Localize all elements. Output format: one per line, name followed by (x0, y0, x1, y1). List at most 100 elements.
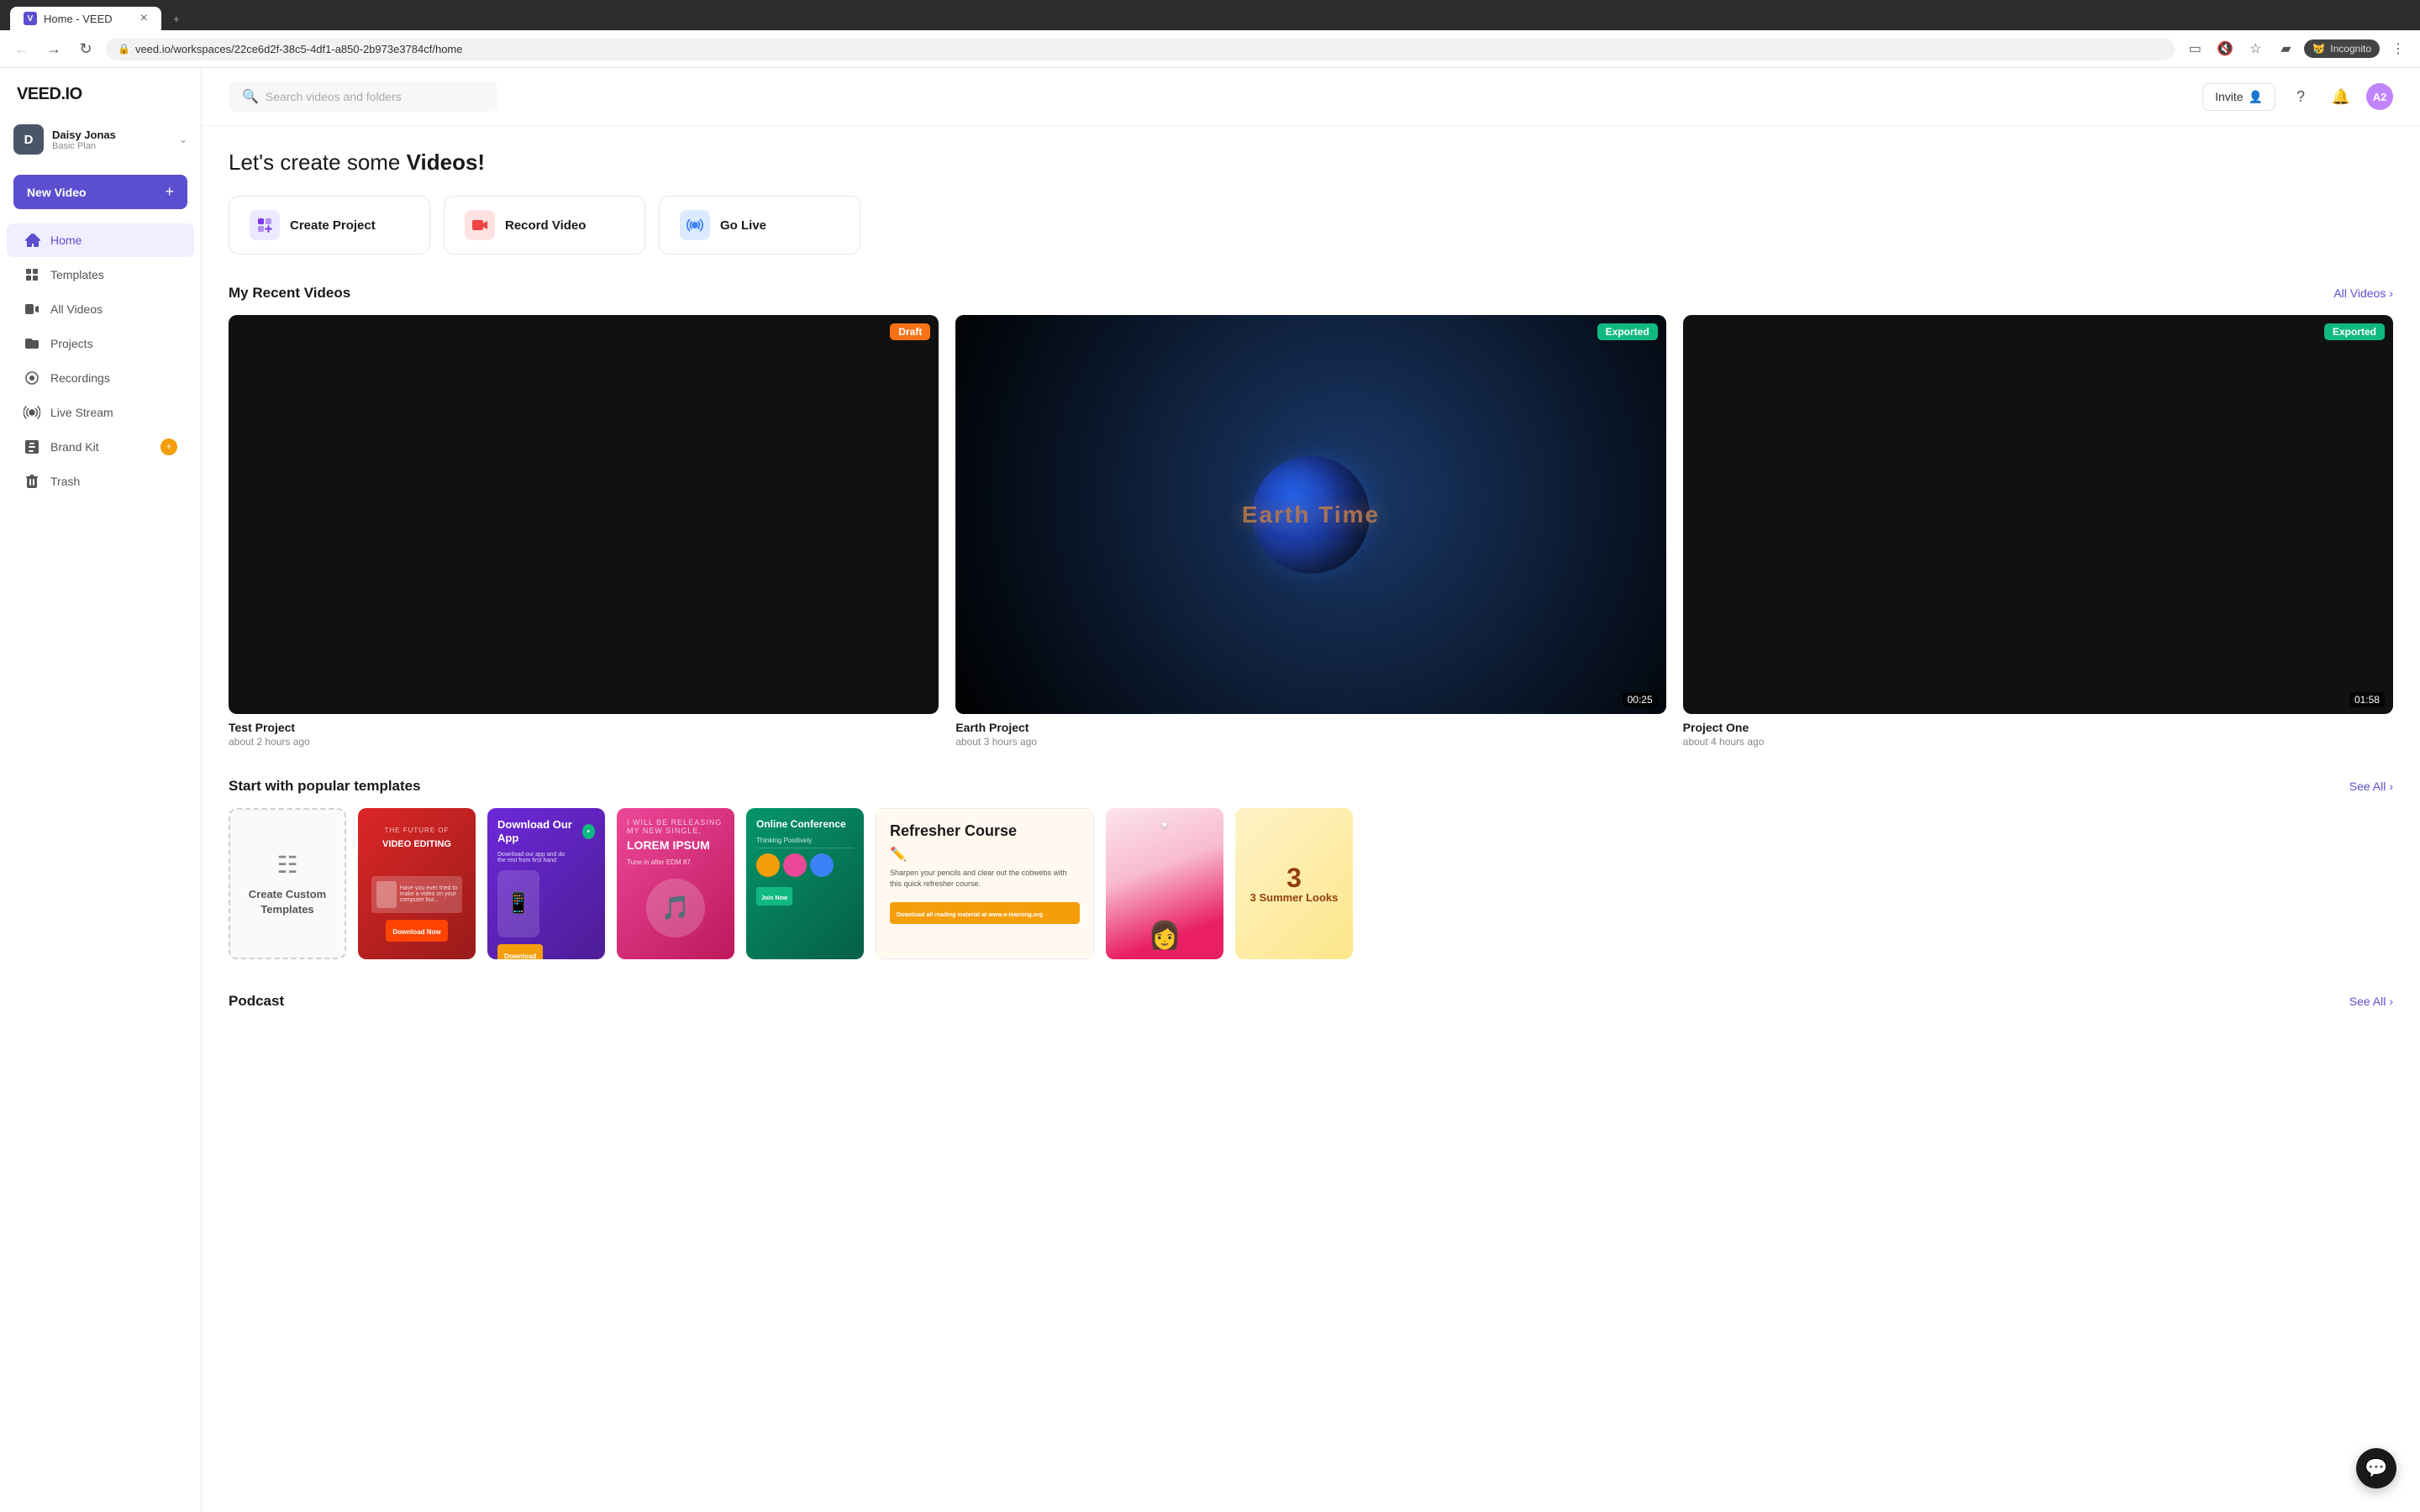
sidebar: VEED.IO D Daisy Jonas Basic Plan ⌄ New V… (0, 68, 202, 1512)
template-pink[interactable]: I will be releasing my new single, LOREM… (617, 808, 734, 959)
template-create-custom[interactable]: ☷ Create Custom Templates (229, 808, 346, 959)
search-bar[interactable]: 🔍 (229, 81, 497, 112)
video-duration-earth: 00:25 (1623, 692, 1658, 707)
podcast-header: Podcast See All › (229, 993, 2393, 1010)
templates-scroll[interactable]: ☷ Create Custom Templates THE FUTURE OF … (229, 808, 2393, 966)
template-summer[interactable]: 3 3 Summer Looks (1235, 808, 1353, 959)
extensions-button[interactable]: ▰ (2274, 37, 2297, 60)
avatar: D (13, 124, 44, 155)
main-header: 🔍 Invite 👤 ? 🔔 A2 (202, 68, 2420, 126)
create-custom-label: Create Custom Templates (230, 887, 345, 917)
video-card-project-one[interactable]: Exported 01:58 Project One about 4 hours… (1683, 315, 2393, 748)
cast-button[interactable]: ▭ (2183, 37, 2207, 60)
sidebar-item-brand-kit[interactable]: Brand Kit + (7, 430, 194, 464)
sidebar-nav: Home Templates All Videos (0, 223, 201, 1499)
podcast-see-all-link[interactable]: See All › (2349, 995, 2393, 1008)
help-button[interactable]: ? (2286, 81, 2316, 112)
mute-button[interactable]: 🔇 (2213, 37, 2237, 60)
user-info: Daisy Jonas Basic Plan (52, 129, 171, 151)
main-content: 🔍 Invite 👤 ? 🔔 A2 Let's create some Vide… (202, 68, 2420, 1512)
template-white-thumb: Refresher Course ✏️ Sharpen your pencils… (876, 808, 1094, 959)
template-woman-thumb: ★ 👩 (1106, 808, 1223, 959)
sidebar-logo: VEED.IO (0, 81, 201, 118)
video-info-earth-project: Earth Project about 3 hours ago (955, 721, 1665, 748)
templates-see-all-link[interactable]: See All › (2349, 780, 2393, 793)
brand-kit-badge: + (160, 438, 177, 455)
new-video-label: New Video (27, 186, 87, 199)
sidebar-item-live-stream[interactable]: Live Stream (7, 396, 194, 429)
template-green[interactable]: Online Conference Thinking Positively Jo… (746, 808, 864, 959)
video-thumb-project-one: Exported 01:58 (1683, 315, 2393, 714)
search-icon: 🔍 (242, 88, 259, 105)
create-project-card[interactable]: Create Project (229, 196, 430, 255)
all-videos-icon (24, 301, 40, 318)
chat-bubble[interactable]: 💬 (2356, 1448, 2396, 1488)
bookmark-button[interactable]: ☆ (2244, 37, 2267, 60)
sidebar-item-trash-label: Trash (50, 475, 80, 488)
video-card-earth-project[interactable]: Earth Time Exported 00:25 Earth Project … (955, 315, 1665, 748)
invite-icon: 👤 (2249, 90, 2263, 104)
sidebar-item-home[interactable]: Home (7, 223, 194, 257)
chevron-right-templates-icon: › (2389, 780, 2393, 793)
back-button[interactable]: ← (10, 37, 34, 60)
go-live-icon (680, 210, 710, 240)
template-red-thumb: THE FUTURE OF VIDEO EDITING Have you eve… (358, 808, 476, 959)
sidebar-item-all-videos-label: All Videos (50, 302, 103, 316)
app-container: VEED.IO D Daisy Jonas Basic Plan ⌄ New V… (0, 68, 2420, 1512)
video-grid: Draft Test Project about 2 hours ago Ear… (229, 315, 2393, 748)
go-live-card[interactable]: Go Live (659, 196, 860, 255)
tpl-summer-title: 3 Summer Looks (1250, 891, 1339, 905)
address-bar[interactable]: 🔒 veed.io/workspaces/22ce6d2f-38c5-4df1-… (106, 38, 2175, 60)
go-live-label: Go Live (720, 218, 766, 233)
recent-videos-header: My Recent Videos All Videos › (229, 285, 2393, 302)
template-red[interactable]: THE FUTURE OF VIDEO EDITING Have you eve… (358, 808, 476, 959)
record-video-icon (465, 210, 495, 240)
url-text: veed.io/workspaces/22ce6d2f-38c5-4df1-a8… (135, 43, 463, 55)
video-card-test-project[interactable]: Draft Test Project about 2 hours ago (229, 315, 939, 748)
new-tab-button[interactable]: + (165, 8, 188, 30)
sidebar-item-templates[interactable]: Templates (7, 258, 194, 291)
sidebar-item-trash[interactable]: Trash (7, 465, 194, 498)
recent-videos-title: My Recent Videos (229, 285, 350, 302)
browser-chrome: V Home - VEED × + (0, 0, 2420, 30)
record-video-card[interactable]: Record Video (444, 196, 645, 255)
all-videos-link[interactable]: All Videos › (2333, 286, 2393, 300)
browser-tab-active[interactable]: V Home - VEED × (10, 7, 161, 30)
video-thumb-test-project: Draft (229, 315, 939, 714)
close-tab-button[interactable]: × (140, 12, 148, 25)
notifications-button[interactable]: 🔔 (2326, 81, 2356, 112)
invite-button[interactable]: Invite 👤 (2202, 83, 2275, 111)
new-video-button[interactable]: New Video + (13, 175, 187, 209)
user-avatar-header[interactable]: A2 (2366, 83, 2393, 110)
reload-button[interactable]: ↻ (74, 37, 97, 60)
templates-icon (24, 266, 40, 283)
tpl-red-title: VIDEO EDITING (382, 839, 451, 850)
video-badge-exported-earth: Exported (1597, 323, 1658, 340)
chevron-down-icon: ⌄ (179, 134, 187, 145)
template-woman[interactable]: ★ 👩 (1106, 808, 1223, 959)
video-badge-draft: Draft (890, 323, 930, 340)
chevron-right-icon: › (2389, 286, 2393, 300)
search-input[interactable] (266, 90, 484, 103)
browser-toolbar: ← → ↻ 🔒 veed.io/workspaces/22ce6d2f-38c5… (0, 30, 2420, 68)
incognito-button[interactable]: 😿 Incognito (2304, 39, 2380, 58)
user-section[interactable]: D Daisy Jonas Basic Plan ⌄ (0, 118, 201, 168)
incognito-label: Incognito (2330, 43, 2371, 55)
page-title: Let's create some Videos! (229, 150, 2393, 176)
sidebar-item-all-videos[interactable]: All Videos (7, 292, 194, 326)
video-title-earth-project: Earth Project (955, 721, 1665, 734)
sidebar-item-recordings[interactable]: Recordings (7, 361, 194, 395)
sidebar-item-projects[interactable]: Projects (7, 327, 194, 360)
video-time-earth-project: about 3 hours ago (955, 736, 1665, 748)
brand-kit-icon (24, 438, 40, 455)
sidebar-item-brand-kit-label: Brand Kit (50, 440, 99, 454)
forward-button[interactable]: → (42, 37, 66, 60)
template-white[interactable]: Refresher Course ✏️ Sharpen your pencils… (876, 808, 1094, 959)
more-button[interactable]: ⋮ (2386, 37, 2410, 60)
create-project-label: Create Project (290, 218, 376, 233)
video-badge-exported-one: Exported (2324, 323, 2385, 340)
video-info-project-one: Project One about 4 hours ago (1683, 721, 2393, 748)
template-purple[interactable]: Download Our App • Download our app and … (487, 808, 605, 959)
video-time-test-project: about 2 hours ago (229, 736, 939, 748)
chat-icon: 💬 (2365, 1457, 2387, 1479)
